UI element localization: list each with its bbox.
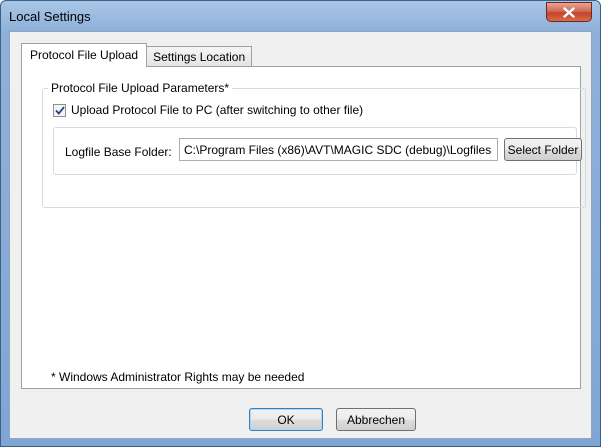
dialog-body: Protocol File Upload Settings Location P… (9, 31, 592, 439)
tab-protocol-file-upload[interactable]: Protocol File Upload (21, 43, 148, 67)
close-icon (563, 6, 575, 18)
logfile-folder-label: Logfile Base Folder: (65, 145, 172, 159)
local-settings-window: Local Settings Protocol File Upload Sett… (0, 0, 601, 447)
select-folder-button[interactable]: Select Folder (504, 138, 582, 161)
tab-panel: Protocol File Upload Parameters* Upload … (21, 66, 586, 389)
logfile-folder-input[interactable] (179, 138, 498, 161)
tab-strip: Protocol File Upload Settings Location (21, 43, 253, 67)
window-title: Local Settings (9, 9, 91, 24)
upload-checkbox-row[interactable]: Upload Protocol File to PC (after switch… (53, 103, 363, 117)
cancel-button[interactable]: Abbrechen (336, 408, 416, 431)
ok-button[interactable]: OK (249, 408, 323, 431)
upload-checkbox[interactable] (53, 103, 66, 117)
checkmark-icon (54, 105, 65, 115)
tab-settings-location[interactable]: Settings Location (146, 46, 253, 67)
admin-rights-footnote: * Windows Administrator Rights may be ne… (51, 370, 305, 384)
close-button[interactable] (546, 2, 592, 22)
title-bar[interactable]: Local Settings (1, 1, 600, 31)
upload-checkbox-label: Upload Protocol File to PC (after switch… (71, 103, 364, 117)
group-label: Protocol File Upload Parameters* (48, 81, 233, 95)
